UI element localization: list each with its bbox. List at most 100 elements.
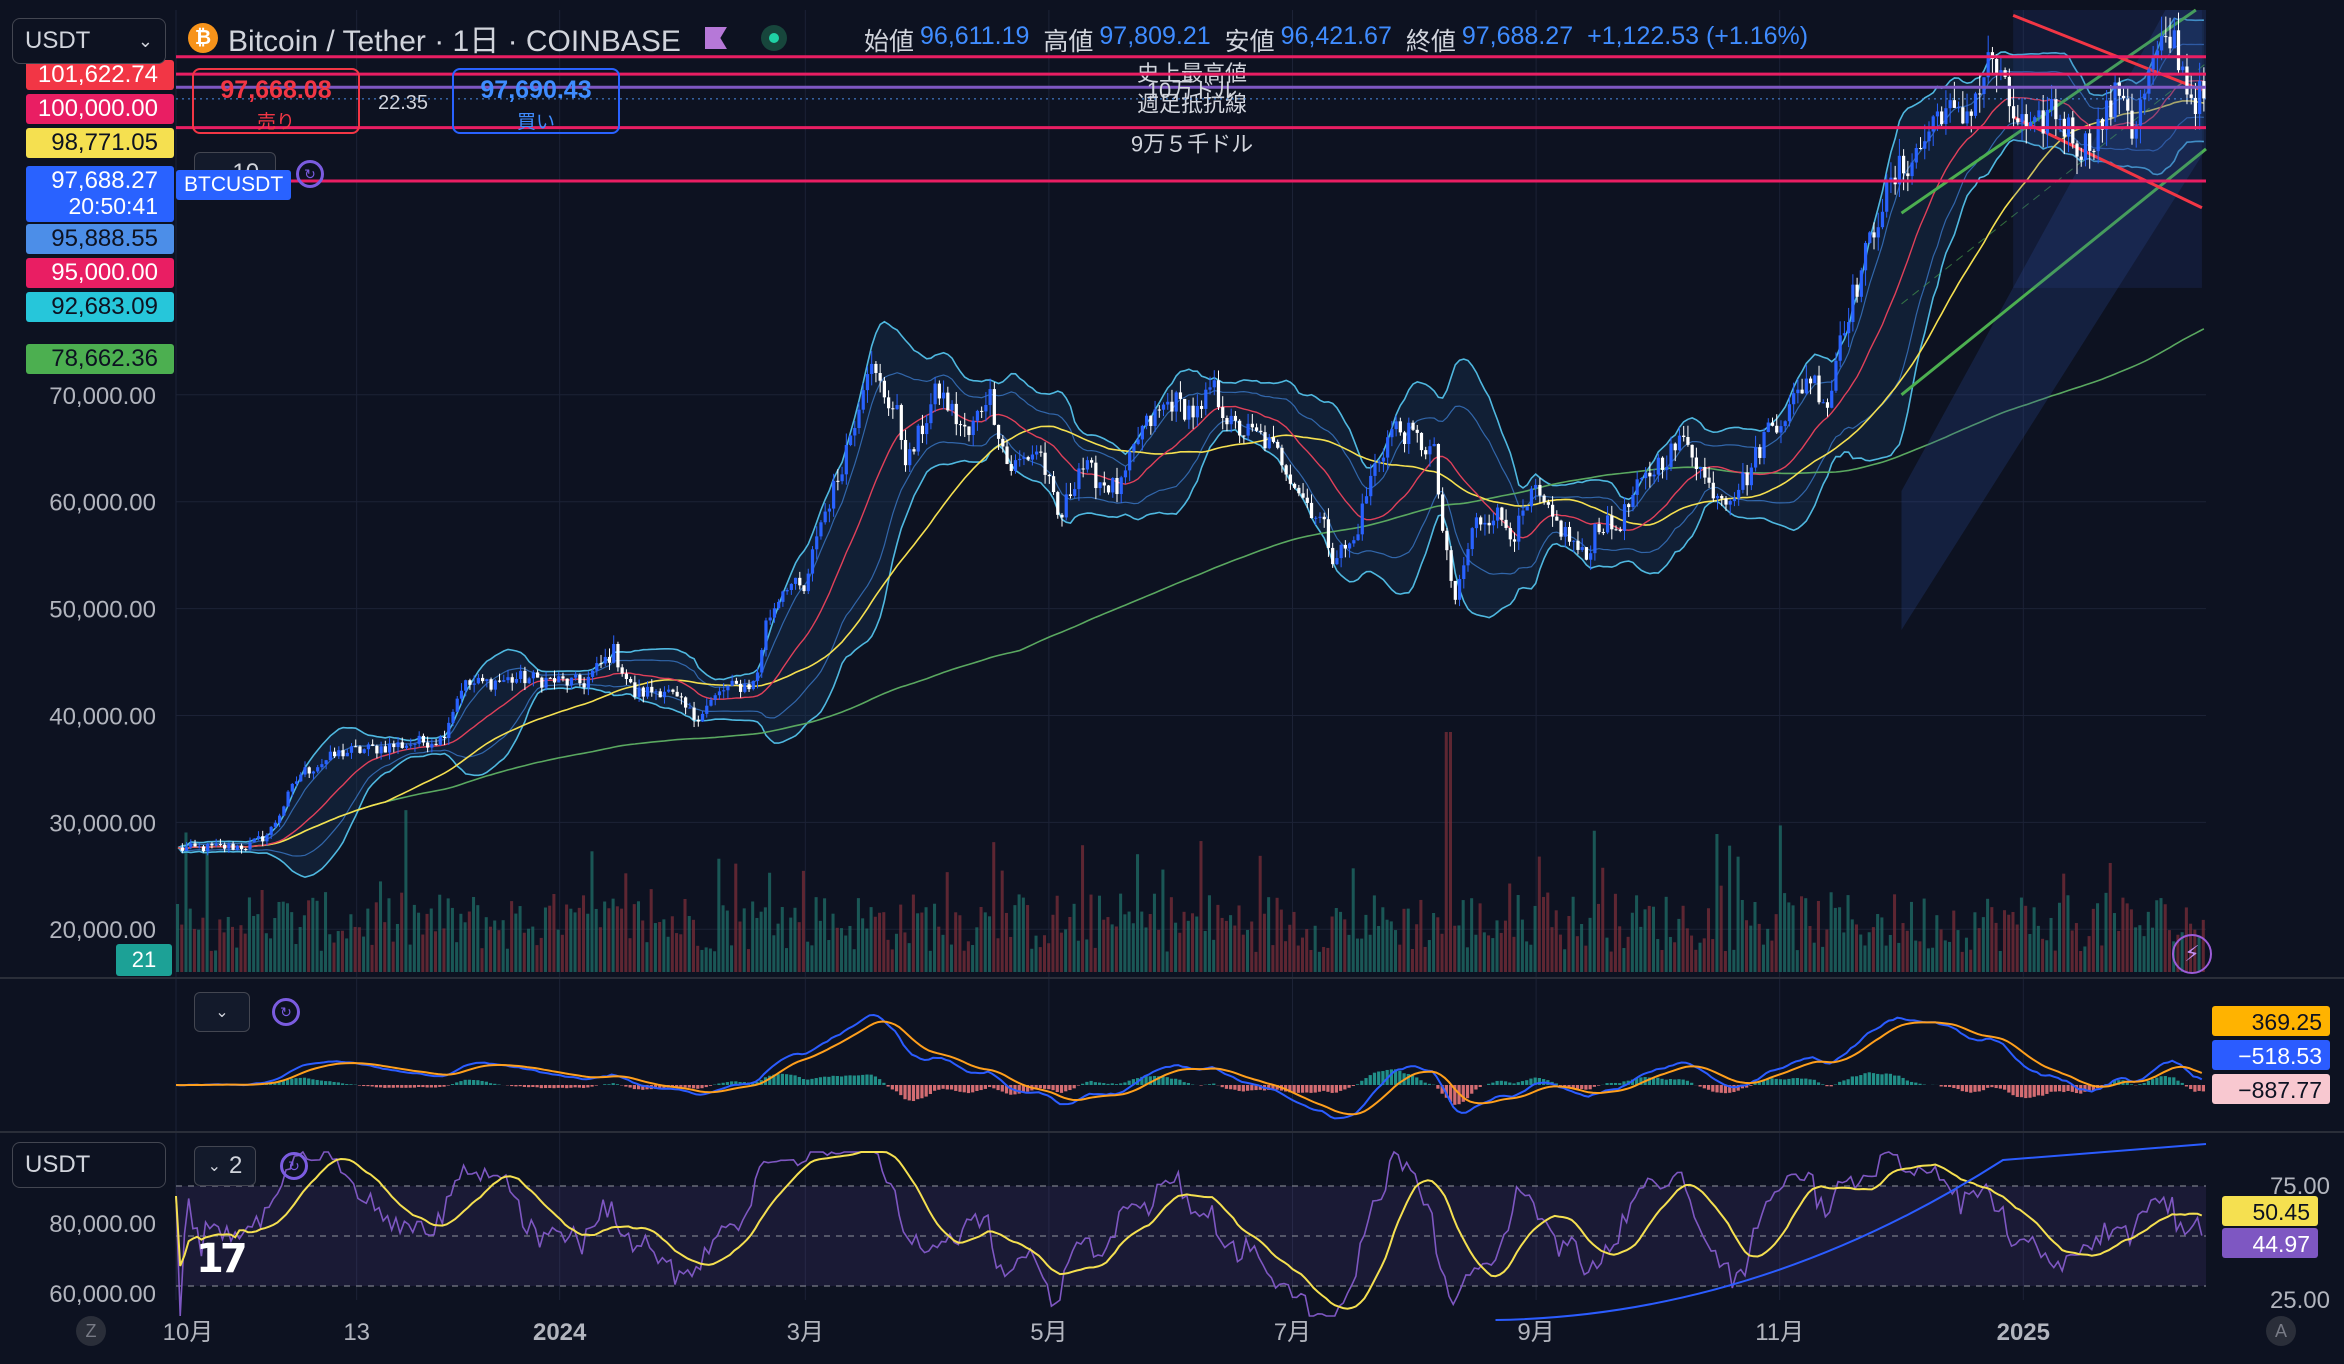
macd-histogram-bar: [412, 1085, 417, 1088]
volume-bar: [269, 938, 273, 972]
volume-bar: [252, 915, 256, 972]
candle-body: [1546, 502, 1550, 505]
volume-bar: [1258, 855, 1262, 972]
candle-body: [2088, 133, 2092, 151]
candle-body: [1724, 498, 1728, 505]
macd-histogram-bar: [1876, 1073, 1880, 1085]
volume-bar: [1042, 935, 1047, 972]
volume-bar: [2151, 927, 2155, 972]
candle-body: [743, 684, 747, 692]
macd-histogram-bar: [937, 1085, 941, 1090]
volume-bar: [2049, 917, 2053, 972]
macd-histogram-bar: [679, 1085, 683, 1087]
macd-histogram-bar: [1072, 1085, 1076, 1089]
currency-select-rsi[interactable]: USDT: [12, 1142, 166, 1188]
volume-bar: [214, 950, 218, 972]
scale-a-button[interactable]: A: [2266, 1316, 2296, 1346]
macd-histogram-bar: [366, 1085, 370, 1087]
macd-histogram-bar: [2197, 1085, 2201, 1091]
volume-bar: [450, 907, 454, 972]
volume-bar: [899, 904, 903, 972]
macd-histogram-bar: [907, 1085, 911, 1101]
currency-select[interactable]: USDT ⌄: [12, 18, 166, 64]
lightning-icon[interactable]: ⚡: [2172, 934, 2212, 974]
volume-bar: [2041, 938, 2045, 972]
volume-bar: [1495, 920, 1499, 972]
macd-histogram-bar: [488, 1083, 493, 1085]
volume-bar: [340, 930, 344, 972]
candle-body: [620, 667, 624, 674]
refresh-icon[interactable]: ↻: [296, 160, 324, 188]
candle-body: [1436, 444, 1441, 495]
candle-body: [1639, 478, 1644, 480]
volume-bar: [1943, 940, 1947, 972]
macd-histogram-bar: [1981, 1085, 1986, 1091]
volume-bar: [920, 912, 924, 972]
macd-histogram-bar: [1224, 1085, 1229, 1089]
macd-histogram-bar: [814, 1078, 818, 1085]
candle-body: [506, 677, 510, 681]
indicators-toggle-macd[interactable]: ⌄: [194, 992, 250, 1032]
volume-bar: [1047, 943, 1051, 972]
candle-body: [341, 750, 345, 757]
macd-histogram-bar: [1588, 1085, 1592, 1090]
price-tick-label: 40,000.00: [49, 703, 156, 730]
volume-bar: [823, 898, 827, 972]
volume-bar: [983, 912, 987, 972]
candle-body: [1153, 409, 1157, 427]
candle-body: [2092, 150, 2096, 152]
candle-body: [941, 392, 946, 399]
volume-bar: [1850, 919, 1854, 972]
macd-histogram-bar: [873, 1076, 878, 1085]
volume-bar: [1453, 925, 1457, 972]
volume-bar: [1706, 908, 1710, 972]
volume-bar: [1305, 929, 1309, 972]
macd-histogram-bar: [1360, 1080, 1364, 1085]
candle-body: [768, 617, 772, 621]
volume-bar: [1723, 951, 1727, 972]
volume-bar: [2125, 903, 2129, 972]
candle-body: [1711, 482, 1715, 499]
refresh-icon[interactable]: ↻: [272, 998, 300, 1026]
volume-bar: [2074, 923, 2078, 972]
volume-bar: [294, 944, 298, 972]
macd-histogram-bar: [1076, 1085, 1081, 1086]
macd-histogram-bar: [2015, 1085, 2019, 1097]
buy-button[interactable]: 97,690.43 買い: [452, 68, 620, 134]
currency-select-rsi-label: USDT: [25, 1151, 91, 1178]
macd-histogram-bar: [1618, 1083, 1622, 1085]
volume-bar: [658, 921, 662, 972]
candle-body: [679, 696, 683, 698]
volume-bar: [518, 906, 522, 972]
sell-button[interactable]: 97,668.08 売り: [192, 68, 360, 134]
macd-histogram-bar: [1089, 1080, 1093, 1085]
refresh-icon[interactable]: ↻: [280, 1152, 308, 1180]
scale-z-button[interactable]: Z: [76, 1316, 106, 1346]
candle-body: [963, 424, 967, 427]
indicators-toggle-rsi[interactable]: ⌄ 2: [194, 1146, 256, 1186]
macd-histogram-bar: [2032, 1085, 2036, 1097]
candle-body: [2109, 100, 2113, 118]
high-value: 97,809.21: [1099, 22, 1211, 50]
volume-bar: [2053, 950, 2057, 972]
market-status-icon[interactable]: [760, 25, 787, 51]
macd-histogram-bar: [319, 1080, 324, 1085]
tradingview-logo: 17: [196, 1236, 248, 1282]
volume-bar: [636, 901, 641, 972]
flag-icon[interactable]: [704, 27, 727, 49]
candle-body: [1128, 451, 1132, 471]
volume-bar: [1918, 941, 1922, 972]
candle-body: [857, 409, 861, 429]
price-tag-label: 97,688.27: [51, 167, 158, 194]
candle-body: [599, 663, 603, 665]
macd-histogram-bar: [1914, 1082, 1918, 1085]
candle-body: [379, 746, 383, 754]
candle-body: [688, 707, 692, 709]
volume-bar: [1398, 944, 1402, 972]
candle-body: [1918, 148, 1923, 150]
candle-body: [1584, 547, 1589, 560]
macd-histogram-bar: [611, 1083, 615, 1085]
candle-body: [1157, 409, 1161, 411]
volume-bar: [235, 947, 239, 972]
candle-body: [1453, 580, 1457, 600]
